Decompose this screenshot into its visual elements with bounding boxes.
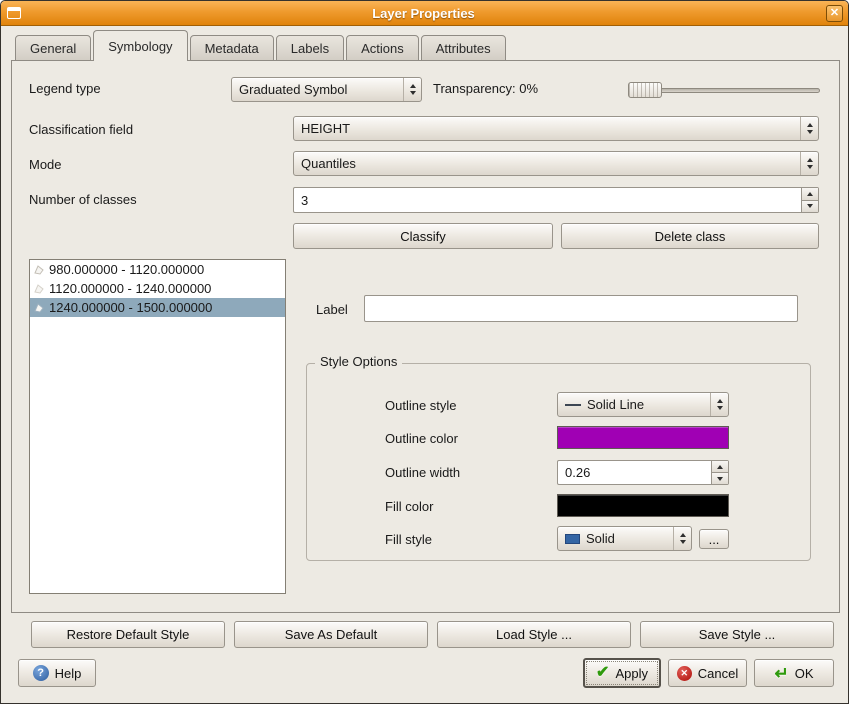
number-of-classes-label: Number of classes (29, 192, 137, 207)
outline-width-label: Outline width (385, 465, 460, 480)
class-list-item[interactable]: 1120.000000 - 1240.000000 (30, 279, 285, 298)
fill-style-combo[interactable]: Solid (557, 526, 692, 551)
spin-up-icon[interactable] (802, 188, 818, 200)
outline-color-swatch[interactable] (557, 426, 729, 449)
tab-bar: General Symbology Metadata Labels Action… (15, 30, 508, 61)
legend-type-label: Legend type (29, 81, 101, 96)
transparency-slider-handle[interactable] (628, 82, 662, 98)
classification-field-value: HEIGHT (301, 121, 350, 136)
mode-label: Mode (29, 157, 62, 172)
help-icon: ? (33, 665, 49, 681)
close-icon: ✕ (830, 8, 839, 19)
apply-check-icon: ✔ (596, 665, 609, 681)
ok-button[interactable]: ↵ OK (754, 659, 834, 687)
class-range-label: 1120.000000 - 1240.000000 (49, 281, 211, 296)
class-range-label: 1240.000000 - 1500.000000 (49, 300, 212, 315)
window-icon (7, 7, 21, 19)
outline-color-label: Outline color (385, 431, 458, 446)
cancel-x-icon: ✕ (677, 666, 692, 681)
style-button-row: Restore Default Style Save As Default Lo… (31, 621, 834, 648)
outline-width-spinner[interactable]: 0.26 (557, 460, 729, 485)
fill-color-swatch[interactable] (557, 494, 729, 517)
ok-enter-arrow-icon: ↵ (774, 665, 788, 682)
class-range-label: 980.000000 - 1120.000000 (49, 262, 204, 277)
tab-attributes[interactable]: Attributes (421, 35, 506, 61)
mode-combo[interactable]: Quantiles (293, 151, 819, 176)
transparency-label: Transparency: 0% (433, 81, 538, 96)
class-list[interactable]: 980.000000 - 1120.000000 1120.000000 - 1… (29, 259, 286, 594)
tab-symbology[interactable]: Symbology (93, 30, 187, 61)
tab-metadata[interactable]: Metadata (190, 35, 274, 61)
restore-default-style-button[interactable]: Restore Default Style (31, 621, 225, 648)
tab-actions[interactable]: Actions (346, 35, 419, 61)
spin-up-icon[interactable] (712, 461, 728, 472)
combo-arrows-icon (800, 117, 818, 140)
cancel-button[interactable]: ✕ Cancel (668, 659, 747, 687)
classify-button-label: Classify (400, 229, 446, 244)
classify-button[interactable]: Classify (293, 223, 553, 249)
delete-class-button-label: Delete class (655, 229, 726, 244)
save-as-default-button[interactable]: Save As Default (234, 621, 428, 648)
spinner-buttons[interactable] (801, 188, 818, 212)
load-style-button[interactable]: Load Style ... (437, 621, 631, 648)
label-input[interactable] (364, 295, 798, 322)
ellipsis-icon: ... (709, 532, 720, 547)
classification-field-label: Classification field (29, 122, 133, 137)
close-button[interactable]: ✕ (826, 5, 843, 22)
classification-field-combo[interactable]: HEIGHT (293, 116, 819, 141)
combo-arrows-icon (800, 152, 818, 175)
restore-default-style-label: Restore Default Style (67, 627, 190, 642)
tab-labels[interactable]: Labels (276, 35, 344, 61)
spinner-buttons[interactable] (711, 461, 728, 484)
combo-arrows-icon (673, 527, 691, 550)
outline-style-combo[interactable]: Solid Line (557, 392, 729, 417)
mode-value: Quantiles (301, 156, 356, 171)
solid-fill-sample-icon (565, 534, 580, 544)
delete-class-button[interactable]: Delete class (561, 223, 819, 249)
save-as-default-label: Save As Default (285, 627, 378, 642)
fill-style-more-button[interactable]: ... (699, 529, 729, 549)
combo-arrows-icon (710, 393, 728, 416)
load-style-label: Load Style ... (496, 627, 572, 642)
title-bar[interactable]: Layer Properties ✕ (1, 1, 848, 26)
ok-button-label: OK (795, 666, 814, 681)
save-style-button[interactable]: Save Style ... (640, 621, 834, 648)
legend-type-value: Graduated Symbol (239, 82, 347, 97)
fill-style-value: Solid (586, 531, 615, 546)
number-of-classes-value: 3 (294, 188, 801, 212)
class-list-item[interactable]: 980.000000 - 1120.000000 (30, 260, 285, 279)
solid-line-sample-icon (565, 404, 581, 406)
class-symbol-icon (33, 302, 45, 314)
class-label-label: Label (316, 302, 348, 317)
help-button-label: Help (55, 666, 82, 681)
cancel-button-label: Cancel (698, 666, 738, 681)
outline-width-value: 0.26 (558, 461, 711, 484)
class-list-item-selected[interactable]: 1240.000000 - 1500.000000 (30, 298, 285, 317)
layer-properties-dialog: Layer Properties ✕ General Symbology Met… (0, 0, 849, 704)
number-of-classes-spinner[interactable]: 3 (293, 187, 819, 213)
window-title: Layer Properties (21, 6, 826, 21)
save-style-label: Save Style ... (699, 627, 776, 642)
help-button[interactable]: ? Help (18, 659, 96, 687)
outline-style-value: Solid Line (587, 397, 644, 412)
style-options-group: Style Options Outline style Solid Line O… (306, 363, 811, 561)
tab-general[interactable]: General (15, 35, 91, 61)
fill-style-label: Fill style (385, 532, 432, 547)
combo-arrows-icon (403, 78, 421, 101)
style-options-title: Style Options (315, 354, 402, 369)
legend-type-combo[interactable]: Graduated Symbol (231, 77, 422, 102)
apply-button[interactable]: ✔ Apply (583, 658, 661, 688)
apply-button-label: Apply (615, 666, 648, 681)
class-symbol-icon (33, 264, 45, 276)
outline-style-label: Outline style (385, 398, 457, 413)
fill-color-label: Fill color (385, 499, 433, 514)
class-symbol-icon (33, 283, 45, 295)
spin-down-icon[interactable] (802, 200, 818, 213)
spin-down-icon[interactable] (712, 472, 728, 484)
